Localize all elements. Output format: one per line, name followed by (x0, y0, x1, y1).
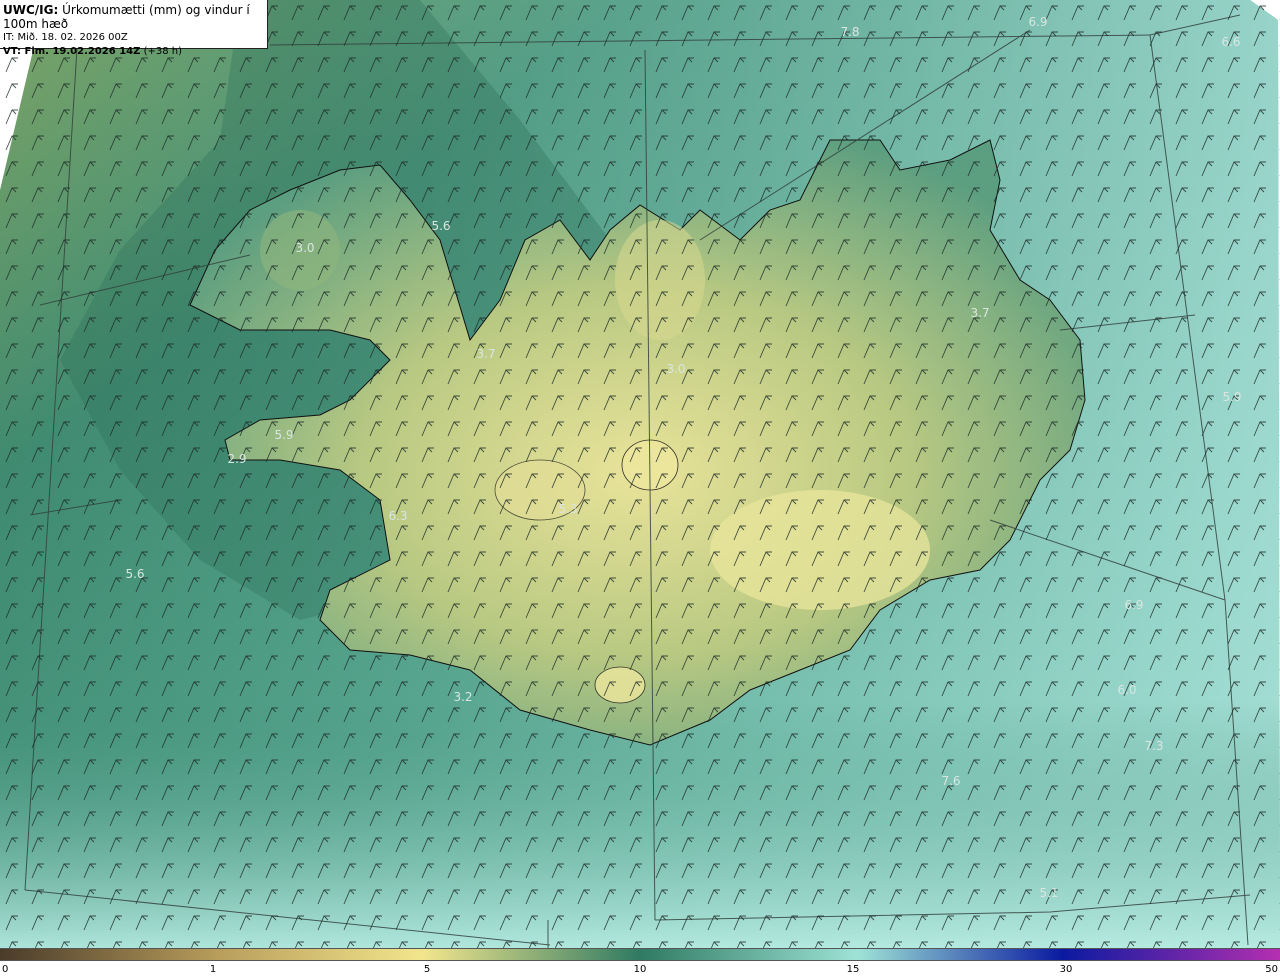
value-label: 5.6 (125, 567, 145, 581)
value-label: 6.0 (1117, 683, 1137, 697)
precipitation-colorbar: 0 1 5 10 15 30 50 (0, 948, 1280, 978)
initial-time: IT: Mið. 18. 02. 2026 00Z (3, 32, 128, 43)
colorbar-tick: 10 (633, 964, 647, 975)
map-svg (0, 0, 1280, 948)
colorbar-tick: 15 (846, 964, 860, 975)
value-label: 3.2 (453, 690, 473, 704)
map-canvas[interactable] (0, 0, 1280, 948)
value-label: 3.0 (666, 362, 686, 376)
valid-time: VT: Fim. 19.02.2026 14Z (3, 46, 141, 57)
product-title-line: UWC/IG: Úrkomumætti (mm) og vindur í 100… (3, 3, 264, 31)
product-code: UWC/IG: (3, 3, 59, 17)
value-label: 7.8 (840, 25, 860, 39)
map-info-box: UWC/IG: Úrkomumætti (mm) og vindur í 100… (0, 0, 268, 57)
value-label: 3.7 (970, 306, 990, 320)
value-label: 6.6 (1221, 35, 1241, 49)
wind-barbs-100m (0, 0, 1280, 948)
colorbar-tick: 50 (1265, 964, 1278, 975)
valid-time-line: VT: Fim. 19.02.2026 14Z (+38 h) (3, 45, 264, 59)
value-label: 7.3 (1144, 739, 1164, 753)
colorbar-strip (0, 948, 1280, 961)
value-label: 5.3 (558, 502, 578, 516)
value-label: 6.9 (1028, 15, 1048, 29)
value-label: 6.3 (388, 509, 408, 523)
forecast-offset: (+38 h) (143, 46, 182, 57)
value-label: 2.9 (227, 452, 247, 466)
value-label: 6.9 (1124, 598, 1144, 612)
value-label: 5.6 (431, 219, 451, 233)
value-label: 3.0 (295, 241, 315, 255)
colorbar-tick: 1 (209, 964, 217, 975)
colorbar-tick: 30 (1059, 964, 1073, 975)
colorbar-tick: 5 (423, 964, 431, 975)
colorbar-tick: 0 (2, 964, 9, 975)
value-label: 5.1 (1039, 886, 1059, 900)
value-label: 5.9 (1222, 390, 1242, 404)
value-label: 7.6 (941, 774, 961, 788)
value-label: 3.7 (476, 347, 496, 361)
value-label: 5.9 (274, 428, 294, 442)
